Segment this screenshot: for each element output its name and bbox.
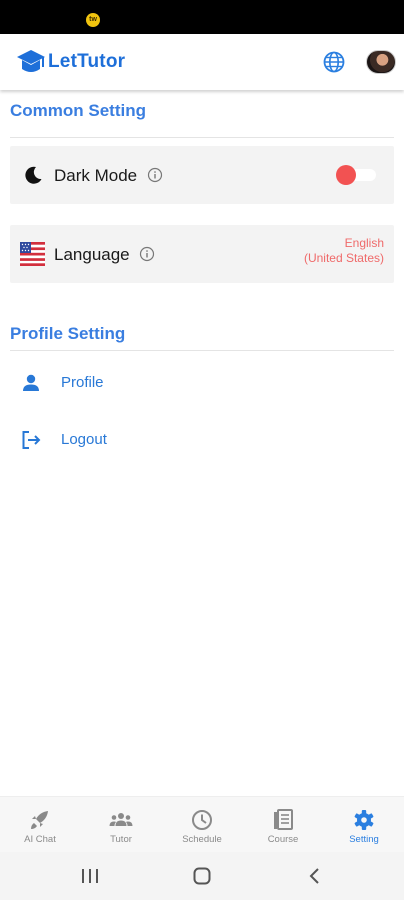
info-icon[interactable] [147, 167, 163, 183]
clock-icon [192, 810, 212, 830]
logout-row[interactable]: Logout [10, 416, 394, 464]
profile-label: Profile [61, 374, 104, 391]
status-bar: tw [0, 0, 404, 34]
graduation-cap-icon [17, 50, 45, 72]
rocket-icon [31, 811, 48, 829]
system-nav-bar [0, 852, 404, 900]
profile-row[interactable]: Profile [10, 359, 394, 407]
logout-icon [22, 431, 41, 449]
gear-icon [354, 810, 374, 830]
home-icon[interactable] [191, 866, 213, 886]
nav-item-ai-chat[interactable]: AI Chat [0, 797, 80, 853]
back-icon[interactable] [304, 866, 326, 886]
bottom-nav: AI Chat Tutor Schedule Course Setting [0, 796, 404, 852]
toggle-thumb [336, 165, 356, 185]
language-label: Language [54, 245, 130, 264]
moon-icon [25, 166, 42, 184]
app-header: LetTutor [0, 34, 404, 90]
nav-label-tutor: Tutor [110, 834, 132, 845]
globe-icon[interactable] [322, 50, 346, 74]
notification-badge: tw [86, 13, 100, 27]
info-icon[interactable] [139, 246, 155, 262]
profile-setting-title: Profile Setting [10, 324, 126, 343]
dark-mode-toggle[interactable] [336, 165, 378, 185]
nav-item-setting[interactable]: Setting [324, 797, 404, 853]
us-flag-icon [20, 242, 45, 266]
group-icon [109, 813, 133, 826]
language-value[interactable]: English (United States) [304, 236, 384, 266]
dark-mode-card: Dark Mode [10, 146, 394, 204]
language-value-line1: English [344, 236, 384, 250]
language-value-line2: (United States) [303, 251, 384, 265]
nav-label-setting: Setting [349, 834, 379, 845]
nav-label-schedule: Schedule [182, 834, 222, 845]
nav-item-schedule[interactable]: Schedule [162, 797, 242, 853]
dark-mode-label: Dark Mode [54, 166, 138, 185]
nav-label-course: Course [267, 834, 299, 845]
person-icon [23, 374, 39, 391]
logout-label: Logout [61, 431, 107, 448]
common-setting-title: Common Setting [10, 101, 146, 120]
divider [10, 137, 394, 138]
avatar[interactable] [366, 50, 396, 74]
nav-item-course[interactable]: Course [243, 797, 323, 853]
recent-apps-icon[interactable] [79, 866, 101, 886]
nav-item-tutor[interactable]: Tutor [81, 797, 161, 853]
divider [10, 350, 394, 351]
nav-label-ai-chat: AI Chat [24, 834, 56, 845]
book-icon [274, 809, 293, 830]
settings-screen: tw LetTutor Common Setting Dark Mode Lan… [0, 0, 404, 900]
language-card[interactable]: Language English (United States) [10, 225, 394, 283]
app-title: LetTutor [48, 51, 126, 72]
